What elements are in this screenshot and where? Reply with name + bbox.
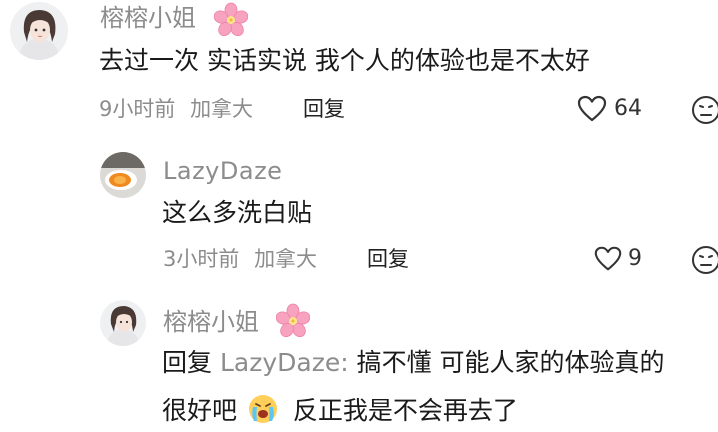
comment-meta: 9小时前 加拿大 (99, 96, 253, 122)
timestamp: 3小时前 (163, 247, 240, 271)
comment-text: 回复 LazyDaze: 搞不懂 可能人家的体验真的 (162, 348, 665, 378)
location: 加拿大 (190, 97, 254, 121)
cherry-blossom-icon (275, 303, 311, 338)
mention-link[interactable]: LazyDaze: (220, 348, 349, 377)
comment-text-line: 反正我是不会再去了 (292, 396, 518, 425)
avatar[interactable] (100, 300, 146, 346)
like-count: 9 (628, 246, 642, 271)
neutral-face-icon[interactable] (690, 244, 718, 276)
avatar[interactable] (100, 152, 146, 198)
crying-face-icon (247, 393, 279, 425)
like-count: 64 (614, 96, 642, 121)
comment-text: 这么多洗白贴 (162, 198, 313, 227)
reply-prefix: 回复 (162, 348, 213, 377)
comment-text: 很好吧 反正我是不会再去了 (162, 393, 518, 426)
comment-text: 去过一次 实话实说 我个人的体验也是不太好 (99, 46, 590, 75)
comment-text-line: 很好吧 (162, 396, 238, 425)
comment-meta: 3小时前 加拿大 (163, 246, 317, 272)
reply-button[interactable]: 回复 (303, 96, 345, 122)
cherry-blossom-icon (213, 2, 249, 37)
timestamp: 9小时前 (99, 97, 176, 121)
username[interactable]: LazyDaze (163, 157, 282, 185)
comment-text-line: 搞不懂 可能人家的体验真的 (356, 348, 665, 377)
avatar[interactable] (10, 2, 68, 60)
heart-outline-icon[interactable] (593, 244, 623, 274)
reply-button[interactable]: 回复 (367, 246, 409, 272)
heart-outline-icon[interactable] (576, 93, 608, 125)
username[interactable]: 榕榕小姐 (163, 308, 259, 336)
neutral-face-icon[interactable] (690, 94, 718, 126)
location: 加拿大 (254, 247, 318, 271)
username[interactable]: 榕榕小姐 (100, 4, 196, 32)
